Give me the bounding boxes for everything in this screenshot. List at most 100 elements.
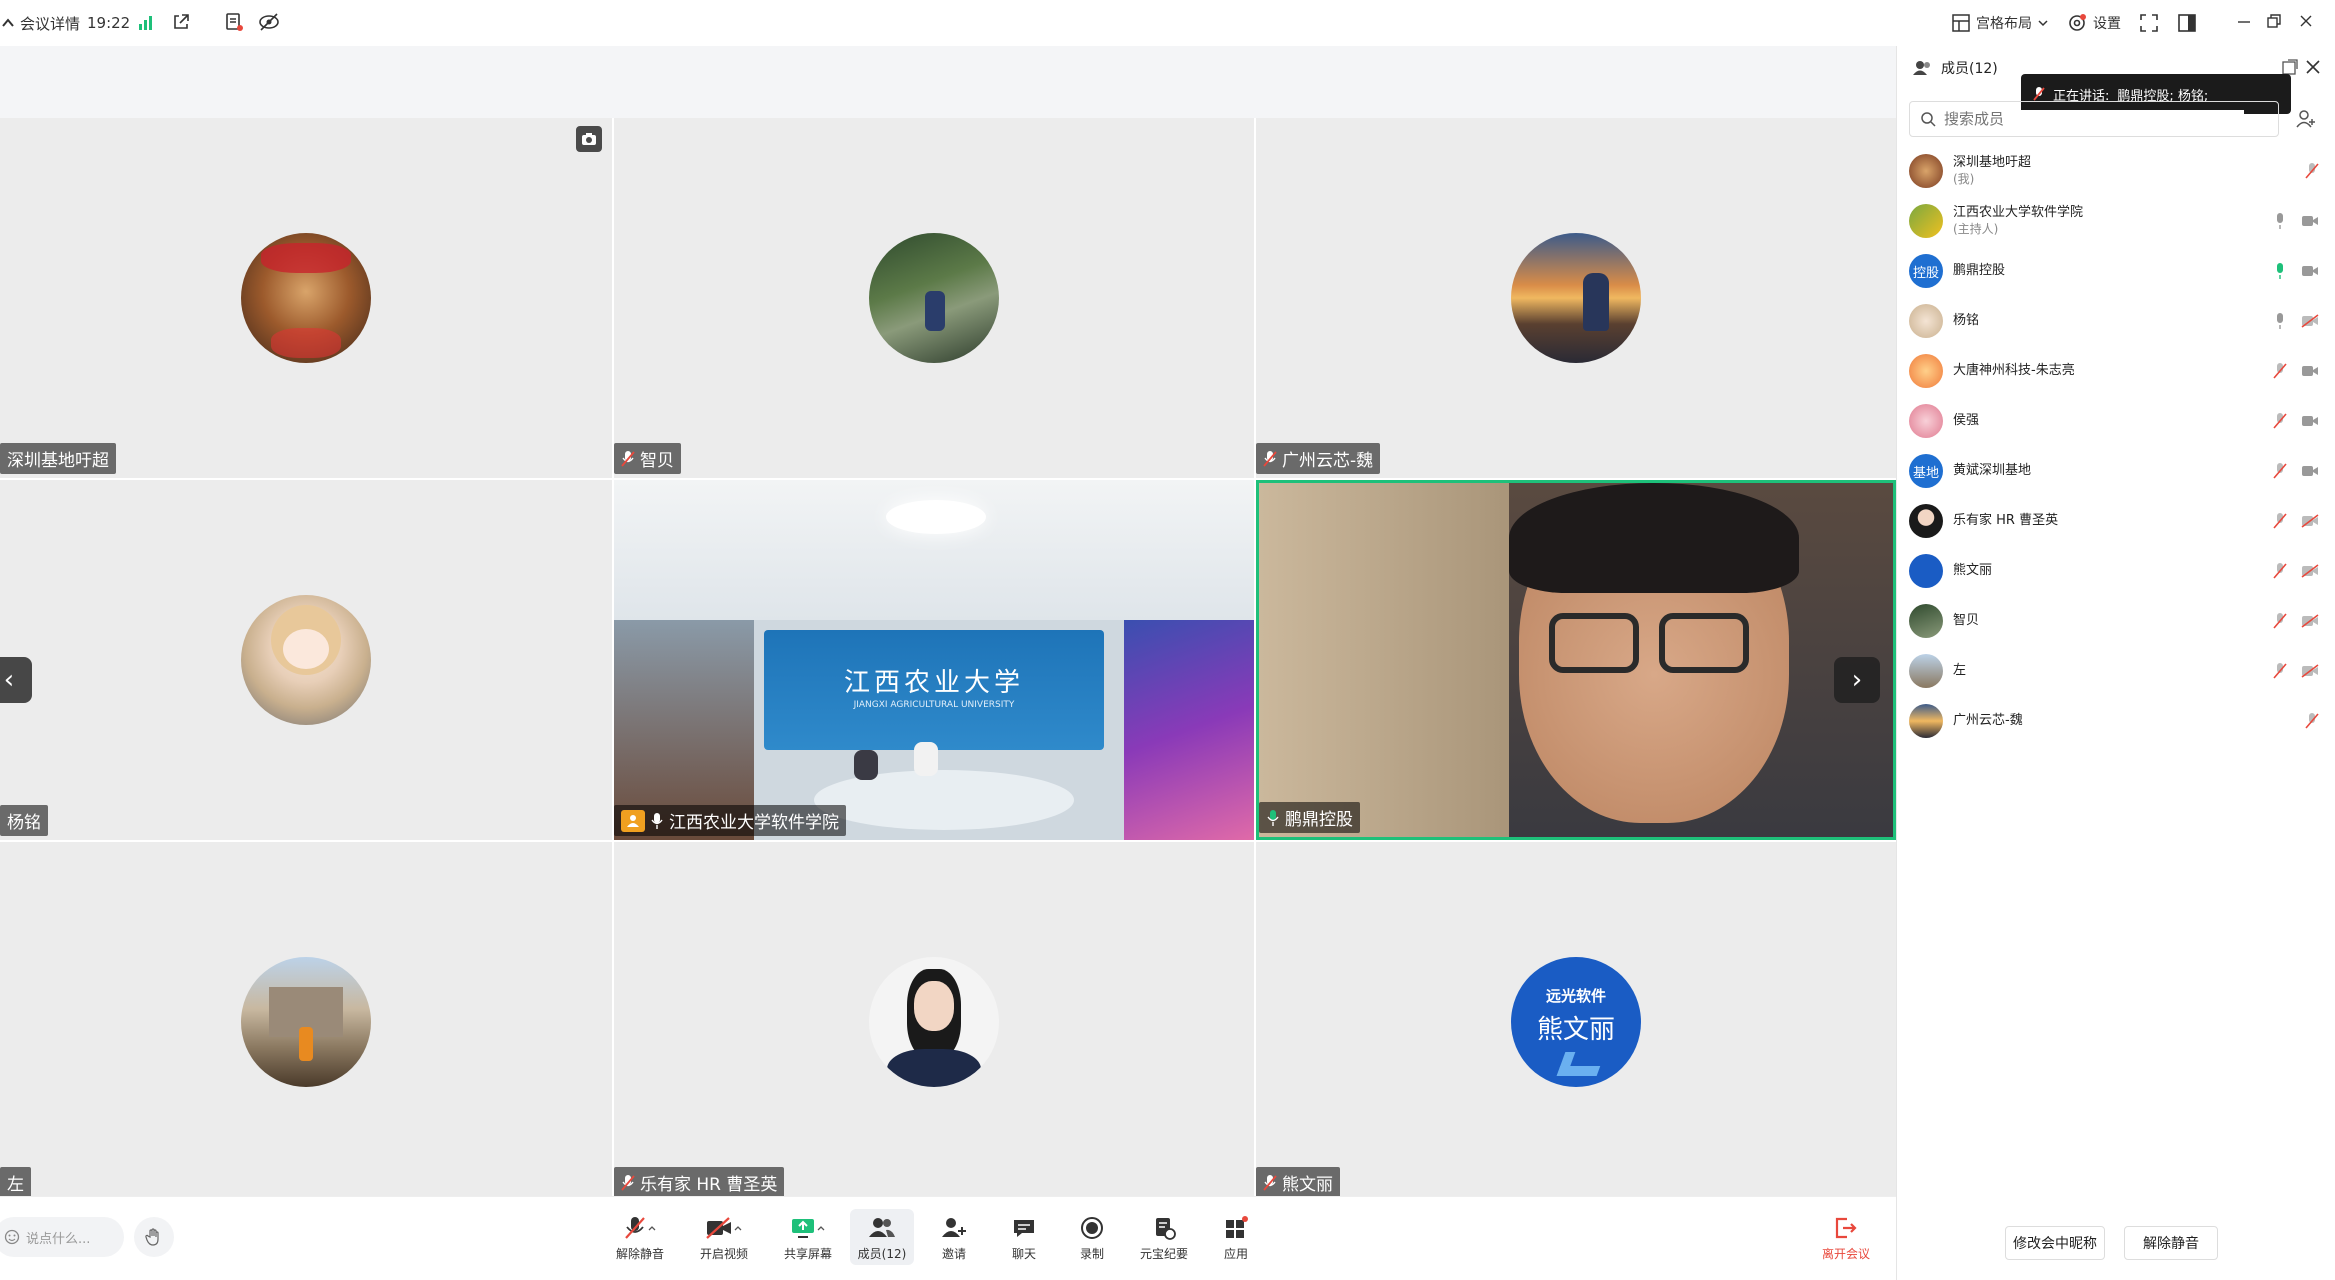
hide-icon[interactable] bbox=[258, 12, 280, 32]
popout-icon[interactable] bbox=[2282, 59, 2298, 75]
participant-name-tag: 左 bbox=[0, 1167, 31, 1198]
member-row[interactable]: 基地 黄斌深圳基地 bbox=[1909, 446, 2319, 496]
member-row[interactable]: 侯强 bbox=[1909, 396, 2319, 446]
video-tile[interactable]: 深圳基地吁超 bbox=[0, 118, 612, 478]
participant-name: 深圳基地吁超 bbox=[7, 451, 109, 471]
member-avatar bbox=[1909, 554, 1943, 588]
chevron-up-icon[interactable] bbox=[733, 1223, 743, 1233]
video-tool[interactable]: 开启视频 bbox=[692, 1215, 756, 1262]
signal-icon[interactable] bbox=[138, 14, 154, 30]
mic-muted-icon[interactable] bbox=[2273, 612, 2287, 630]
member-row[interactable]: 深圳基地吁超 (我) bbox=[1909, 146, 2319, 196]
camera-off-icon[interactable] bbox=[2301, 514, 2319, 528]
mic-muted-icon[interactable] bbox=[2273, 362, 2287, 380]
speaker-hair bbox=[1509, 483, 1799, 593]
camera-off-icon[interactable] bbox=[2301, 664, 2319, 678]
participant-avatar bbox=[241, 233, 371, 363]
unmute-label: 解除静音 bbox=[615, 1247, 664, 1261]
previous-page-button[interactable]: ‹ bbox=[0, 657, 32, 703]
apps-tool[interactable]: 应用 bbox=[1204, 1215, 1268, 1262]
camera-icon[interactable] bbox=[2301, 464, 2319, 478]
video-tile[interactable]: 江西农业大学 JIANGXI AGRICULTURAL UNIVERSITY 江… bbox=[614, 480, 1254, 840]
layout-button[interactable]: 宫格布局 bbox=[1952, 13, 2048, 33]
members-tool[interactable]: 成员(12) bbox=[850, 1209, 914, 1265]
mic-muted-icon[interactable] bbox=[2273, 662, 2287, 680]
close-panel-icon[interactable] bbox=[2305, 59, 2321, 75]
chevron-up-icon[interactable] bbox=[647, 1223, 657, 1233]
member-row[interactable]: 智贝 bbox=[1909, 596, 2319, 646]
leave-label: 离开会议 bbox=[1821, 1247, 1870, 1261]
next-page-button[interactable]: › bbox=[1834, 657, 1880, 703]
member-row[interactable]: 杨铭 bbox=[1909, 296, 2319, 346]
fullscreen-icon[interactable] bbox=[2140, 14, 2158, 32]
restore-icon[interactable] bbox=[2266, 13, 2282, 29]
camera-icon[interactable] bbox=[2301, 414, 2319, 428]
summary-label: 元宝纪要 bbox=[1139, 1247, 1188, 1261]
summary-tool[interactable]: 元宝纪要 bbox=[1132, 1215, 1196, 1262]
invite-tool[interactable]: 邀请 bbox=[922, 1215, 986, 1262]
member-row[interactable]: 控股 鹏鼎控股 bbox=[1909, 246, 2319, 296]
video-tile-active-speaker[interactable]: 鹏鼎控股 bbox=[1256, 480, 1896, 840]
participant-name: 熊文丽 bbox=[1282, 1175, 1333, 1195]
camera-icon[interactable] bbox=[2301, 264, 2319, 278]
participant-name-tag: 广州云芯-魏 bbox=[1256, 443, 1381, 474]
video-tile[interactable]: 智贝 bbox=[614, 118, 1254, 478]
mic-muted-icon[interactable] bbox=[2305, 162, 2319, 180]
camera-off-icon[interactable] bbox=[2301, 564, 2319, 578]
video-tile[interactable]: 远光软件 熊文丽 熊文丽 bbox=[1256, 842, 1896, 1202]
video-tile[interactable]: 杨铭 bbox=[0, 480, 612, 840]
member-name: 大唐神州科技-朱志亮 bbox=[1953, 363, 2075, 378]
mic-muted-icon[interactable] bbox=[2273, 562, 2287, 580]
unmute-tool[interactable]: 解除静音 bbox=[608, 1215, 672, 1262]
mic-icon[interactable] bbox=[2273, 312, 2287, 330]
chevron-up-icon bbox=[2, 18, 14, 27]
member-row[interactable]: 广州云芯-魏 bbox=[1909, 696, 2319, 746]
participant-name-tag: 深圳基地吁超 bbox=[0, 443, 116, 474]
camera-icon[interactable] bbox=[2301, 364, 2319, 378]
member-row[interactable]: 乐有家 HR 曹圣英 bbox=[1909, 496, 2319, 546]
rename-button[interactable]: 修改会中昵称 bbox=[2005, 1226, 2105, 1260]
camera-off-icon[interactable] bbox=[2301, 614, 2319, 628]
mic-muted-icon[interactable] bbox=[2273, 462, 2287, 480]
external-link-icon[interactable] bbox=[172, 13, 190, 31]
share-screen-label: 共享屏幕 bbox=[783, 1247, 832, 1261]
camera-switch-icon[interactable] bbox=[576, 126, 602, 152]
mic-active-icon[interactable] bbox=[2273, 262, 2287, 280]
emoji-icon[interactable] bbox=[4, 1229, 20, 1245]
chevron-up-icon[interactable] bbox=[816, 1223, 826, 1233]
video-tile[interactable]: 乐有家 HR 曹圣英 bbox=[614, 842, 1254, 1202]
chat-tool[interactable]: 聊天 bbox=[992, 1215, 1056, 1262]
sidebar-toggle-icon[interactable] bbox=[2178, 14, 2196, 32]
camera-off-icon[interactable] bbox=[2301, 314, 2319, 328]
video-tile[interactable]: 广州云芯-魏 bbox=[1256, 118, 1896, 478]
mic-muted-icon[interactable] bbox=[2273, 412, 2287, 430]
member-row[interactable]: 熊文丽 bbox=[1909, 546, 2319, 596]
layout-label: 宫格布局 bbox=[1976, 16, 2032, 32]
add-member-icon[interactable] bbox=[2295, 108, 2317, 130]
raise-hand-button[interactable] bbox=[134, 1217, 174, 1257]
leave-meeting-button[interactable]: 离开会议 bbox=[1814, 1215, 1878, 1262]
member-search-input[interactable] bbox=[1944, 110, 2244, 128]
mic-icon[interactable] bbox=[2273, 212, 2287, 230]
share-screen-tool[interactable]: 共享屏幕 bbox=[776, 1215, 840, 1262]
room-sign-text: 江西农业大学 bbox=[843, 668, 1024, 698]
record-tool[interactable]: 录制 bbox=[1060, 1215, 1124, 1262]
close-icon[interactable] bbox=[2298, 13, 2314, 29]
member-row[interactable]: 大唐神州科技-朱志亮 bbox=[1909, 346, 2319, 396]
minimize-icon[interactable] bbox=[2236, 14, 2252, 30]
chat-input-box[interactable]: 说点什么... bbox=[0, 1217, 124, 1257]
mic-muted-icon[interactable] bbox=[2273, 512, 2287, 530]
settings-button[interactable]: 设置 bbox=[2067, 13, 2121, 33]
video-tile[interactable]: 左 bbox=[0, 842, 612, 1202]
member-row[interactable]: 江西农业大学软件学院 (主持人) bbox=[1909, 196, 2319, 246]
camera-icon[interactable] bbox=[2301, 214, 2319, 228]
participant-name-tag: 熊文丽 bbox=[1256, 1167, 1340, 1198]
mic-muted-icon[interactable] bbox=[2305, 712, 2319, 730]
meeting-info-button[interactable]: 会议详情 bbox=[2, 13, 80, 34]
top-bar: 会议详情 19:22 宫格布局 设置 bbox=[0, 0, 2335, 46]
member-row[interactable]: 左 bbox=[1909, 646, 2319, 696]
unmute-all-button[interactable]: 解除静音 bbox=[2124, 1226, 2218, 1260]
gear-icon bbox=[2069, 14, 2086, 31]
member-search-box[interactable] bbox=[1909, 101, 2279, 137]
notes-icon[interactable] bbox=[224, 12, 244, 32]
